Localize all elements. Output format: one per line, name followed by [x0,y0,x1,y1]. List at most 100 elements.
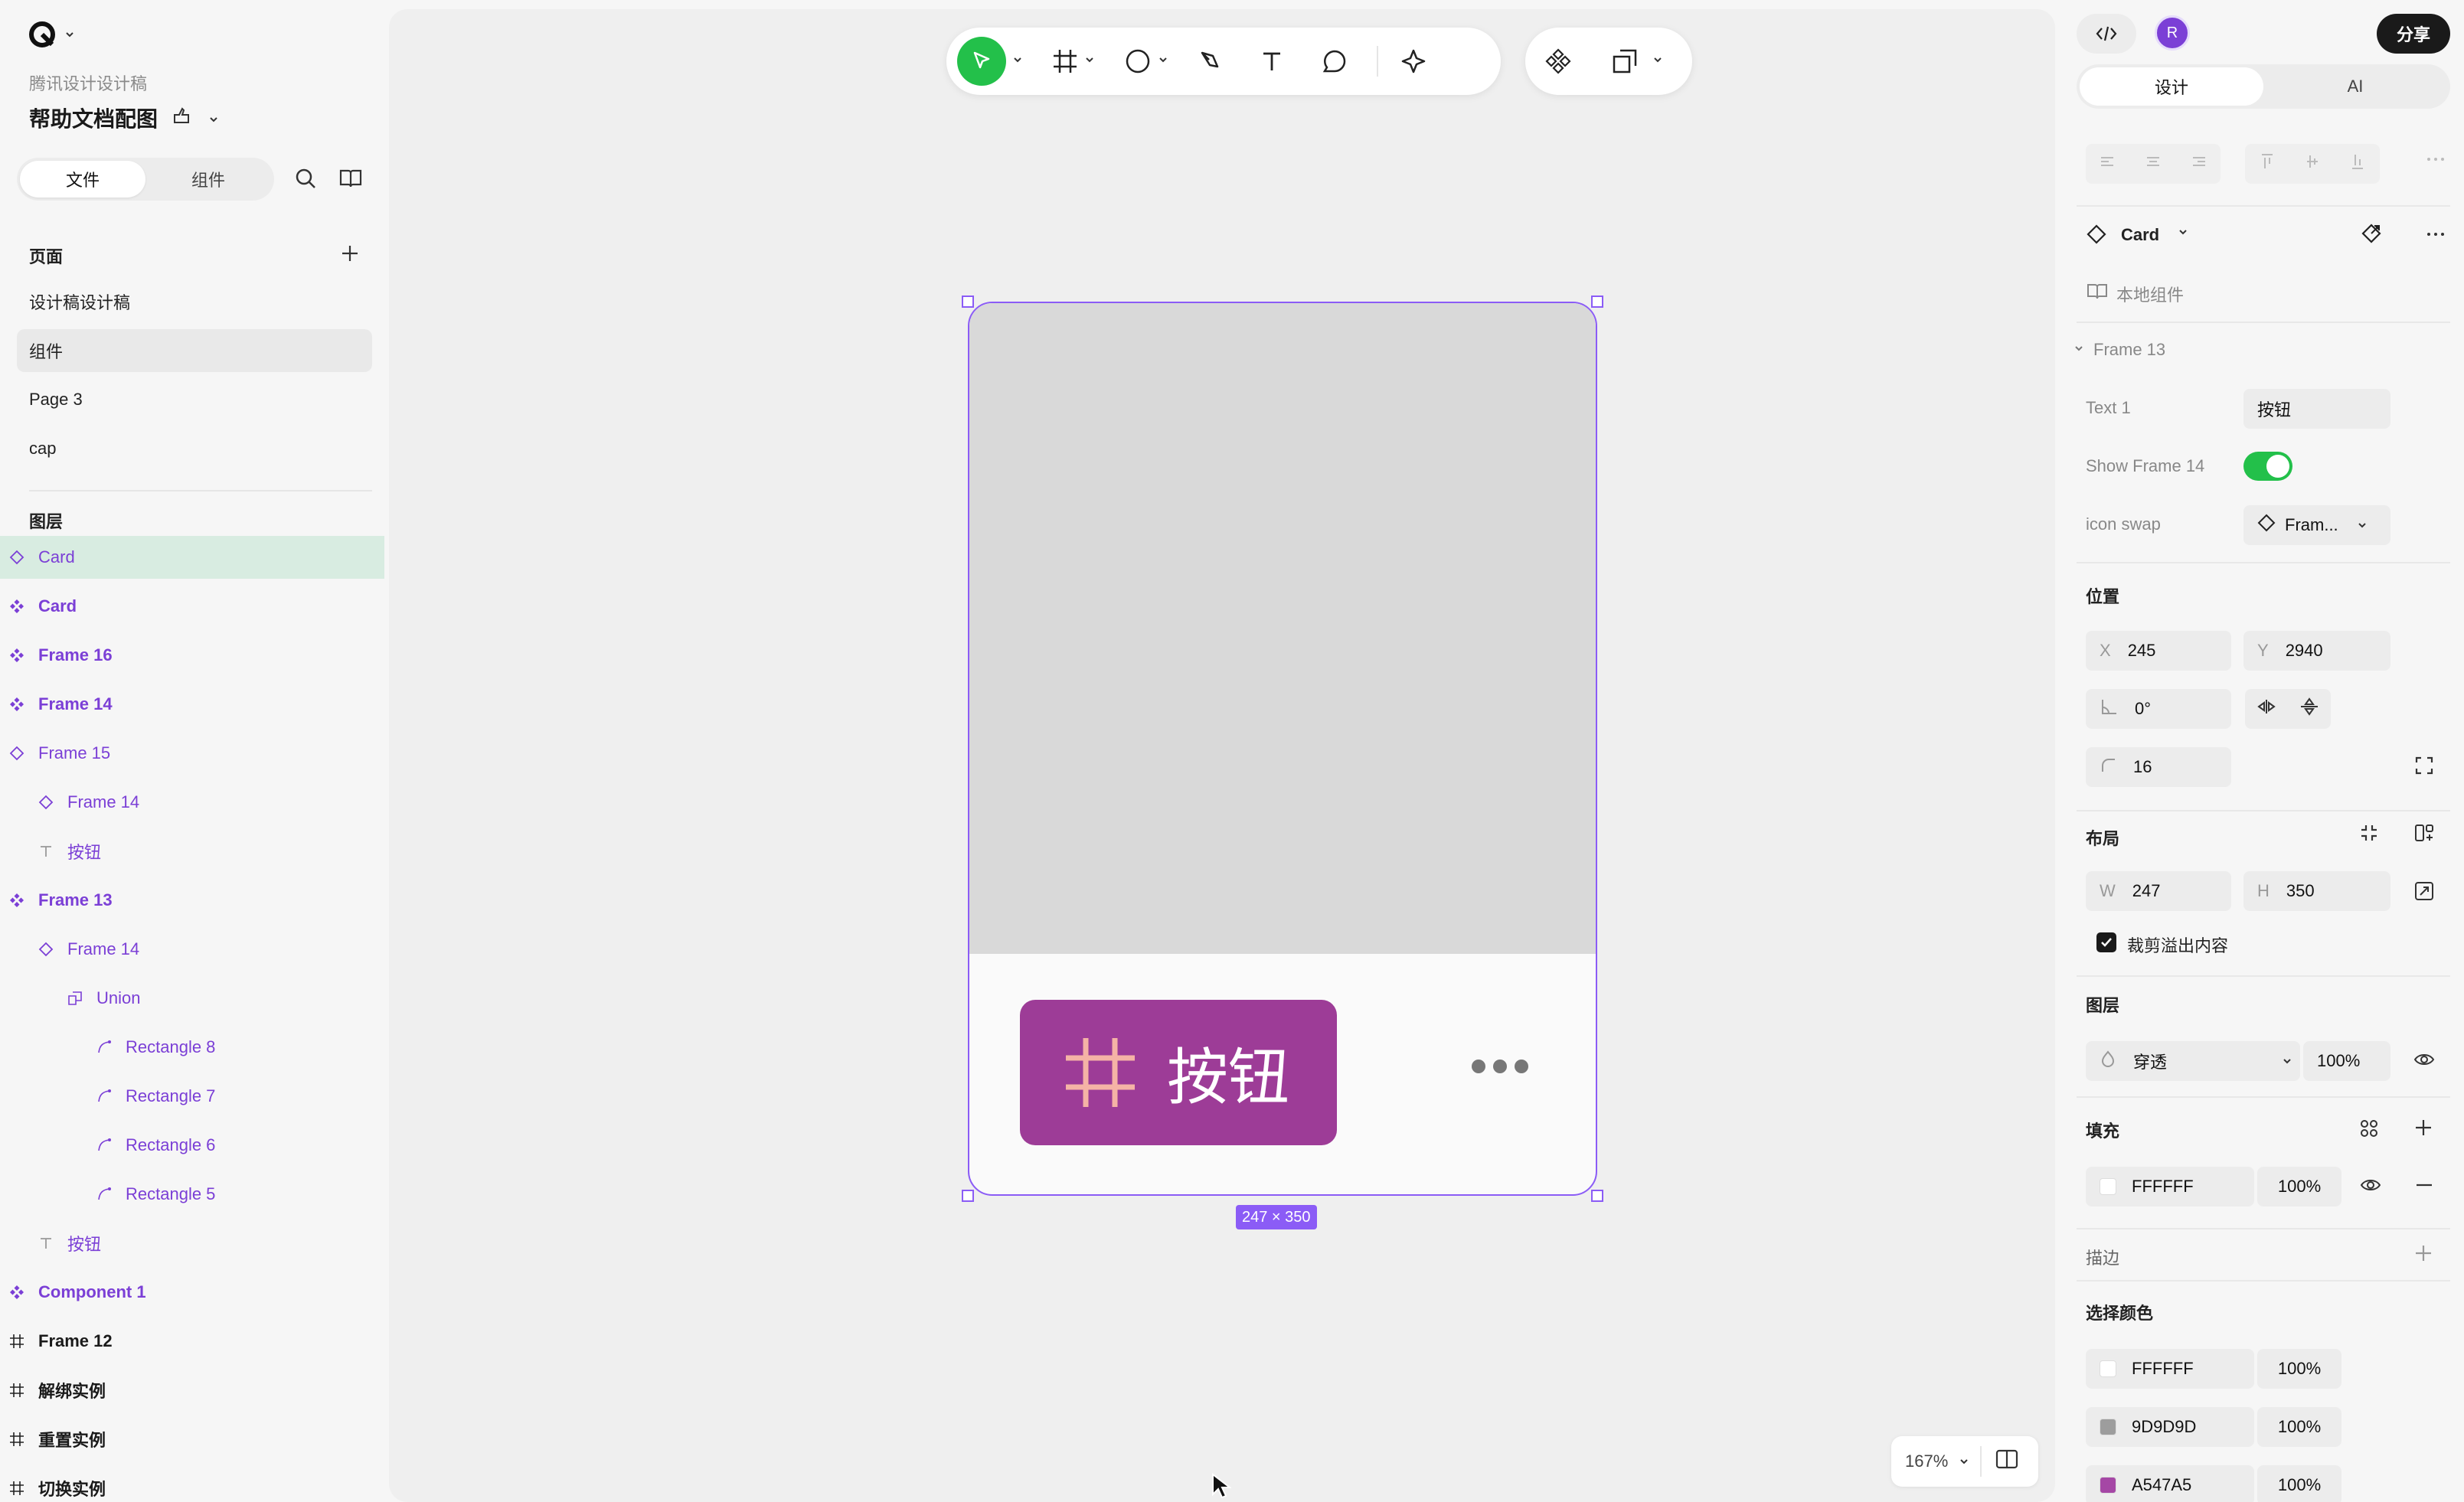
fill-opacity-input[interactable]: 100% [2257,1167,2341,1206]
layer-item[interactable]: Card [0,536,384,579]
align-top-icon[interactable] [2259,152,2276,176]
layer-item[interactable]: Frame 13 [0,879,384,922]
y-input[interactable]: Y 2940 [2243,631,2390,671]
blend-mode-select[interactable]: 穿透 [2086,1041,2300,1081]
avatar[interactable]: R [2155,15,2190,51]
layer-item[interactable]: Rectangle 5 [0,1173,384,1216]
more-dots-icon[interactable] [1472,1060,1528,1073]
layer-item[interactable]: 按钮 [0,1222,384,1265]
add-stroke-icon[interactable] [2413,1243,2433,1263]
share-button[interactable]: 分享 [2377,14,2450,54]
selection-color-input[interactable]: A547A5 [2086,1465,2254,1502]
corner-radius-input[interactable]: 16 [2086,747,2231,787]
page-item[interactable]: 组件 [17,329,372,372]
tab-files[interactable]: 文件 [20,161,145,198]
tab-design[interactable]: 设计 [2080,67,2263,106]
tab-components[interactable]: 组件 [145,161,271,198]
ellipse-tool[interactable] [1124,37,1152,86]
flip-vertical-icon[interactable] [2299,697,2319,720]
layer-item[interactable]: 重置实例 [0,1418,384,1461]
height-input[interactable]: H 350 [2243,871,2390,911]
text1-input[interactable]: 按钮 [2243,389,2390,429]
panel-toggle-icon[interactable] [1995,1449,2018,1474]
local-component-link[interactable]: 本地组件 [2116,282,2184,306]
layer-item[interactable]: Frame 12 [0,1320,384,1363]
resize-handle[interactable] [1591,1190,1603,1202]
chevron-down-icon[interactable] [2178,227,2188,237]
layer-item[interactable]: Component 1 [0,1271,384,1314]
move-tool[interactable] [957,37,1006,86]
search-icon[interactable] [294,167,317,194]
layer-item[interactable]: Rectangle 7 [0,1075,384,1118]
card-frame[interactable]: 按钮 [968,302,1597,1196]
layer-item[interactable]: Frame 16 [0,634,384,677]
layer-item[interactable]: Frame 15 [0,732,384,775]
independent-corners-icon[interactable] [2413,755,2435,776]
width-input[interactable]: W 247 [2086,871,2231,911]
layer-item[interactable]: 解绑实例 [0,1369,384,1412]
resize-handle[interactable] [1591,296,1603,308]
ai-tool[interactable] [1401,37,1429,86]
resize-handle[interactable] [962,1190,974,1202]
constrain-proportions-icon[interactable] [2413,880,2435,902]
zoom-control[interactable]: 167% [1891,1436,2038,1487]
more-icon[interactable] [2426,231,2446,237]
remove-fill-icon[interactable] [2415,1184,2433,1187]
frame-tool[interactable] [1052,37,1078,86]
document-title[interactable]: 帮助文档配图 [29,103,219,133]
chevron-down-icon[interactable] [1084,54,1095,69]
chevron-down-icon[interactable] [2073,343,2084,354]
align-right-icon[interactable] [2188,153,2208,175]
pen-tool[interactable] [1198,37,1224,86]
auto-layout-icon[interactable] [2413,822,2435,844]
chevron-down-icon[interactable] [1652,54,1663,69]
comment-tool[interactable] [1322,37,1348,86]
layer-item[interactable]: 切换实例 [0,1467,384,1502]
selection-color-opacity[interactable]: 100% [2257,1349,2341,1389]
align-center-icon[interactable] [2143,153,2163,175]
layer-item[interactable]: Rectangle 6 [0,1124,384,1167]
layer-item[interactable]: Union [0,977,384,1020]
dev-mode-button[interactable] [2077,14,2136,54]
icon-swap-select[interactable]: Fram... [2243,505,2390,545]
x-input[interactable]: X 245 [2086,631,2231,671]
collapse-icon[interactable] [2358,822,2380,844]
layer-item[interactable]: Frame 14 [0,928,384,971]
resize-handle[interactable] [962,296,974,308]
align-middle-icon[interactable] [2304,152,2321,176]
show-frame-toggle[interactable] [2243,452,2292,481]
color-swatch[interactable] [2100,1419,2116,1435]
rotation-input[interactable]: 0° [2086,689,2231,729]
align-left-icon[interactable] [2098,153,2118,175]
layer-item[interactable]: Card [0,585,384,628]
page-item[interactable]: 设计稿设计稿 [17,280,372,323]
go-to-component-icon[interactable] [2360,222,2383,245]
tab-ai[interactable]: AI [2263,67,2447,106]
component-name[interactable]: Card [2121,225,2159,245]
selection-color-opacity[interactable]: 100% [2257,1407,2341,1447]
fill-swatch[interactable] [2100,1178,2116,1195]
selection-color-input[interactable]: FFFFFF [2086,1349,2254,1389]
layer-item[interactable]: 按钮 [0,830,384,873]
fill-color-input[interactable]: FFFFFF [2086,1167,2254,1206]
app-menu[interactable] [28,20,75,53]
layer-item[interactable]: Frame 14 [0,781,384,824]
layer-item[interactable]: Frame 14 [0,683,384,726]
library-icon[interactable] [338,167,363,194]
flip-horizontal-icon[interactable] [2256,698,2276,720]
more-icon[interactable] [2426,156,2446,162]
layer-item[interactable]: Rectangle 8 [0,1026,384,1069]
chevron-down-icon[interactable] [1158,54,1168,69]
card-button[interactable]: 按钮 [1020,1000,1337,1145]
eye-icon[interactable] [2360,1176,2381,1194]
color-swatch[interactable] [2100,1360,2116,1377]
eye-icon[interactable] [2413,1050,2435,1069]
clip-content-checkbox[interactable] [2096,932,2116,952]
selection-color-input[interactable]: 9D9D9D [2086,1407,2254,1447]
chevron-down-icon[interactable] [1012,54,1023,69]
add-fill-icon[interactable] [2413,1118,2433,1138]
style-grid-icon[interactable] [2358,1118,2380,1139]
add-page-icon[interactable] [340,243,360,263]
boolean-tool[interactable] [1611,37,1639,86]
page-item[interactable]: Page 3 [17,378,372,421]
